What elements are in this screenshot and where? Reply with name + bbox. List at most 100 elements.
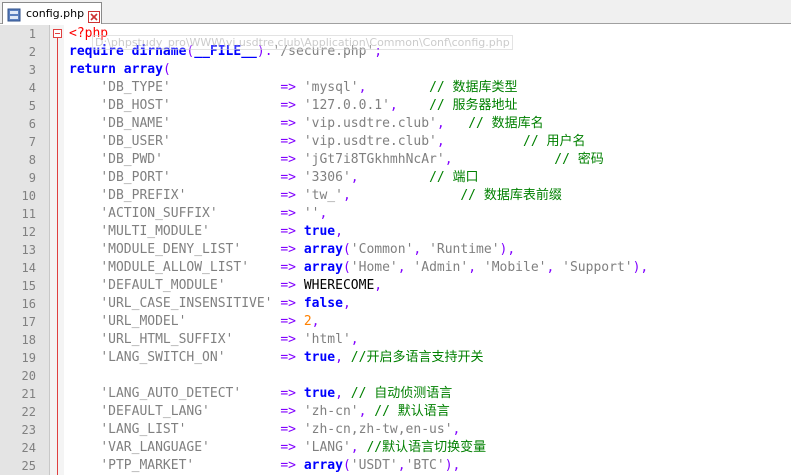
code-token: WHERECOME	[296, 278, 375, 293]
code-token: 'USDT'	[350, 458, 398, 473]
code-line[interactable]: 22 'DEFAULT_LANG' => 'zh-cn', // 默认语言	[0, 403, 791, 421]
code-line[interactable]: 7 'DB_USER' => 'vip.usdtre.club', // 用户名	[0, 133, 791, 151]
code-line[interactable]: 17 'URL_MODEL' => 2,	[0, 313, 791, 331]
code-text: 'DB_HOST' => '127.0.0.1', // 服务器地址	[69, 97, 517, 115]
line-number: 16	[21, 297, 36, 311]
code-token: 'DB_USER'	[100, 134, 171, 149]
line-number: 24	[21, 441, 36, 455]
file-tab-config-php[interactable]: config.php	[2, 2, 102, 24]
code-line[interactable]: 15 'DEFAULT_MODULE' => WHERECOME,	[0, 277, 791, 295]
code-text: 'MODULE_DENY_LIST' => array('Common', 'R…	[69, 241, 515, 259]
code-token: 'Support'	[562, 260, 633, 275]
code-token: return	[69, 62, 116, 77]
code-line[interactable]: 19 'LANG_SWITCH_ON' => true, //开启多语言支持开关	[0, 349, 791, 367]
code-token: ),	[499, 242, 516, 257]
code-text: 'DB_PWD' => 'jGt7i8TGkhmhNcAr', // 密码	[69, 151, 603, 169]
code-line[interactable]: 23 'LANG_LIST' => 'zh-cn,zh-tw,en-us',	[0, 421, 791, 439]
line-number: 20	[21, 369, 36, 383]
code-line[interactable]: 18 'URL_HTML_SUFFIX' => 'html',	[0, 331, 791, 349]
code-line[interactable]: 5 'DB_HOST' => '127.0.0.1', // 服务器地址	[0, 97, 791, 115]
code-token: 'Home'	[350, 260, 398, 275]
code-token: 'URL_CASE_INSENSITIVE'	[100, 296, 273, 311]
code-line[interactable]: 25 'PTP_MARKET' => array('USDT','BTC'),	[0, 457, 791, 475]
code-text: 'MODULE_ALLOW_LIST' => array('Home', 'Ad…	[69, 259, 648, 277]
code-token: ,	[350, 440, 359, 455]
code-token: // 数据库名	[468, 116, 544, 131]
code-line[interactable]: 9 'DB_PORT' => '3306', // 端口	[0, 169, 791, 187]
code-token: array	[303, 260, 343, 275]
code-token: ,	[413, 242, 430, 257]
code-line[interactable]: 12 'MULTI_MODULE' => true,	[0, 223, 791, 241]
code-editor[interactable]: 1 <?php 2 require dirname(__FILE__).'/secur…	[0, 25, 791, 475]
code-token: 'ACTION_SUFFIX'	[100, 206, 218, 221]
code-line[interactable]: 10 'DB_PREFIX' => 'tw_', // 数据库表前缀	[0, 187, 791, 205]
code-token: 'vip.usdtre.club'	[303, 116, 437, 131]
code-token: (	[342, 260, 351, 275]
code-token: =>	[280, 80, 296, 95]
code-token: false	[303, 296, 343, 311]
line-number: 14	[21, 261, 36, 275]
code-token: 'MODULE_ALLOW_LIST'	[100, 260, 250, 275]
code-token: (	[162, 62, 171, 77]
code-text: 'ACTION_SUFFIX' => '',	[69, 205, 327, 223]
code-text: 'MULTI_MODULE' => true,	[69, 223, 343, 241]
line-number: 9	[28, 171, 36, 185]
code-token: 'Runtime'	[429, 242, 500, 257]
line-number: 23	[21, 423, 36, 437]
code-line[interactable]: 21 'LANG_AUTO_DETECT' => true, // 自动侦测语言	[0, 385, 791, 403]
code-line[interactable]: 20	[0, 367, 791, 385]
file-path-tooltip: D:\phpstudy_pro\WWW\vi.usdtre.club\Appli…	[92, 35, 513, 50]
code-token: 'LANG'	[303, 440, 351, 455]
code-token: true	[303, 224, 336, 239]
code-line[interactable]: 3 return array(	[0, 61, 791, 79]
code-token: 'LANG_AUTO_DETECT'	[100, 386, 242, 401]
code-text: 'DEFAULT_MODULE' => WHERECOME,	[69, 277, 382, 295]
close-icon[interactable]	[88, 8, 101, 23]
code-line[interactable]: 11 'ACTION_SUFFIX' => '',	[0, 205, 791, 223]
code-token: =>	[280, 422, 296, 437]
code-line[interactable]: 16 'URL_CASE_INSENSITIVE' => false,	[0, 295, 791, 313]
code-text: 'URL_MODEL' => 2,	[69, 313, 319, 331]
code-line[interactable]: 13 'MODULE_DENY_LIST' => array('Common',…	[0, 241, 791, 259]
code-line[interactable]: 24 'VAR_LANGUAGE' => 'LANG', //默认语言切换变量	[0, 439, 791, 457]
code-line[interactable]: 8 'DB_PWD' => 'jGt7i8TGkhmhNcAr', // 密码	[0, 151, 791, 169]
code-line[interactable]: 4 'DB_TYPE' => 'mysql', // 数据库类型	[0, 79, 791, 97]
code-token: =>	[280, 314, 296, 329]
code-text: 'DB_USER' => 'vip.usdtre.club', // 用户名	[69, 133, 585, 151]
code-line[interactable]: 6 'DB_NAME' => 'vip.usdtre.club', // 数据库…	[0, 115, 791, 133]
code-token: =>	[280, 440, 296, 455]
line-number: 1	[28, 27, 36, 41]
code-line[interactable]: 14 'MODULE_ALLOW_LIST' => array('Home', …	[0, 259, 791, 277]
tab-filename: config.php	[26, 7, 85, 20]
code-token: 'PTP_MARKET'	[100, 458, 195, 473]
code-token: =>	[280, 242, 296, 257]
code-token: =>	[280, 170, 296, 185]
code-token: 'VAR_LANGUAGE'	[100, 440, 210, 455]
